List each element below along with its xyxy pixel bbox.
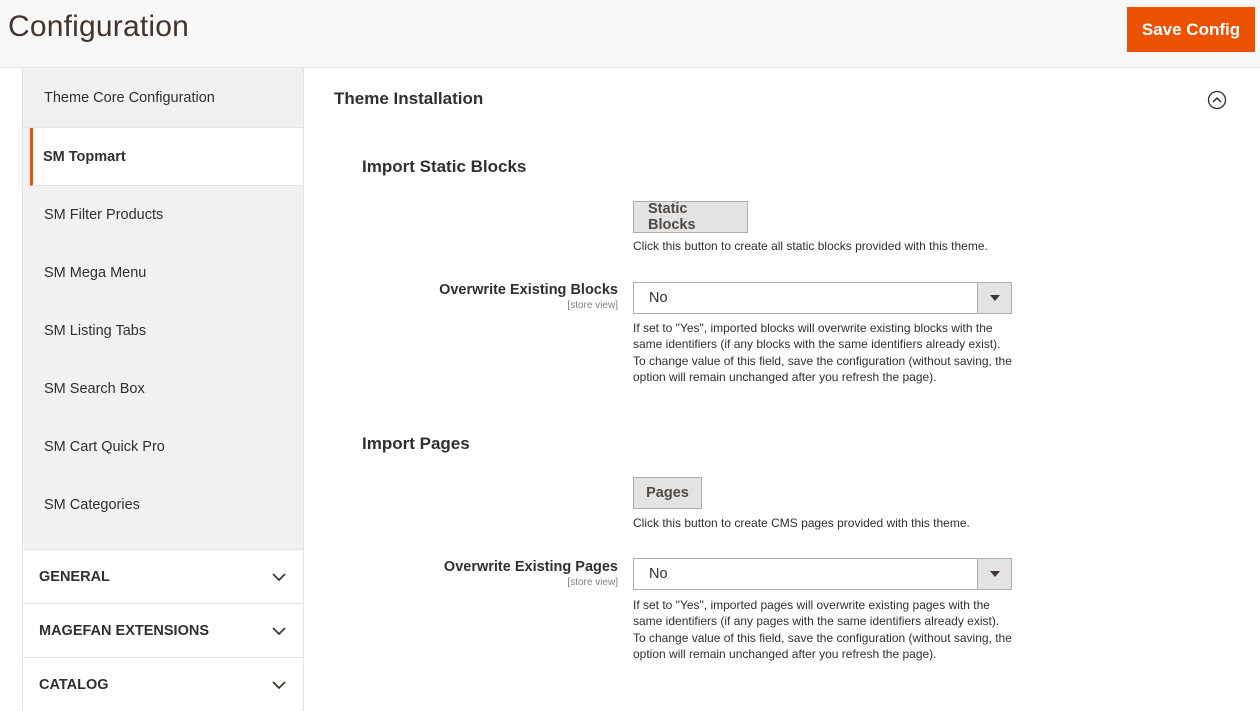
save-config-button[interactable]: Save Config xyxy=(1127,7,1255,52)
chevron-down-icon xyxy=(272,626,286,635)
overwrite-blocks-label: Overwrite Existing Blocks xyxy=(439,282,618,298)
section-general-label: GENERAL xyxy=(39,568,110,585)
overwrite-blocks-select[interactable]: No xyxy=(633,282,1012,314)
submenu-spacer xyxy=(23,534,303,549)
group-title-pages: Import Pages xyxy=(362,434,470,453)
sm-submenu: Theme Core Configuration SM Topmart SM F… xyxy=(22,68,304,549)
overwrite-blocks-value: No xyxy=(649,290,668,306)
sidebar-item-sm-cart-quick-pro[interactable]: SM Cart Quick Pro xyxy=(23,418,303,476)
sidebar-item-sm-mega-menu[interactable]: SM Mega Menu xyxy=(23,244,303,302)
config-sidebar: Theme Core Configuration SM Topmart SM F… xyxy=(22,68,304,711)
page-title: Configuration xyxy=(8,10,190,43)
section-catalog-label: CATALOG xyxy=(39,676,109,693)
config-content: Theme Installation Import Static Blocks … xyxy=(305,68,1260,698)
dropdown-arrow-icon xyxy=(977,283,1011,313)
overwrite-blocks-scope: [store view] xyxy=(567,300,618,311)
sidebar-item-sm-topmart[interactable]: SM Topmart xyxy=(30,128,303,186)
section-general[interactable]: GENERAL xyxy=(22,549,304,603)
group-title-static-blocks: Import Static Blocks xyxy=(362,157,527,176)
static-blocks-note: Click this button to create all static b… xyxy=(633,239,988,253)
section-magefan-extensions-label: MAGEFAN EXTENSIONS xyxy=(39,622,209,639)
static-blocks-button[interactable]: Static Blocks xyxy=(633,201,748,233)
section-catalog[interactable]: CATALOG xyxy=(22,657,304,711)
chevron-down-icon xyxy=(272,572,286,581)
overwrite-pages-select[interactable]: No xyxy=(633,558,1012,590)
pages-button[interactable]: Pages xyxy=(633,477,702,509)
section-magefan-extensions[interactable]: MAGEFAN EXTENSIONS xyxy=(22,603,304,657)
overwrite-pages-value: No xyxy=(649,566,668,582)
overwrite-pages-note: If set to "Yes", imported pages will ove… xyxy=(633,598,1012,661)
fieldset-title[interactable]: Theme Installation xyxy=(334,89,483,109)
sidebar-item-sm-search-box[interactable]: SM Search Box xyxy=(23,360,303,418)
overwrite-pages-scope: [store view] xyxy=(567,577,618,588)
sidebar-item-theme-core-configuration[interactable]: Theme Core Configuration xyxy=(23,68,303,128)
overwrite-blocks-note: If set to "Yes", imported blocks will ov… xyxy=(633,321,1012,384)
sidebar-item-sm-filter-products[interactable]: SM Filter Products xyxy=(23,186,303,244)
sidebar-item-sm-categories[interactable]: SM Categories xyxy=(23,476,303,534)
dropdown-arrow-icon xyxy=(977,559,1011,589)
overwrite-pages-label: Overwrite Existing Pages xyxy=(443,559,618,575)
sidebar-item-sm-listing-tabs[interactable]: SM Listing Tabs xyxy=(23,302,303,360)
collapse-circle-icon[interactable] xyxy=(1207,90,1227,110)
pages-note: Click this button to create CMS pages pr… xyxy=(633,516,970,530)
page-header: Configuration Save Config xyxy=(0,0,1260,68)
chevron-down-icon xyxy=(272,680,286,689)
